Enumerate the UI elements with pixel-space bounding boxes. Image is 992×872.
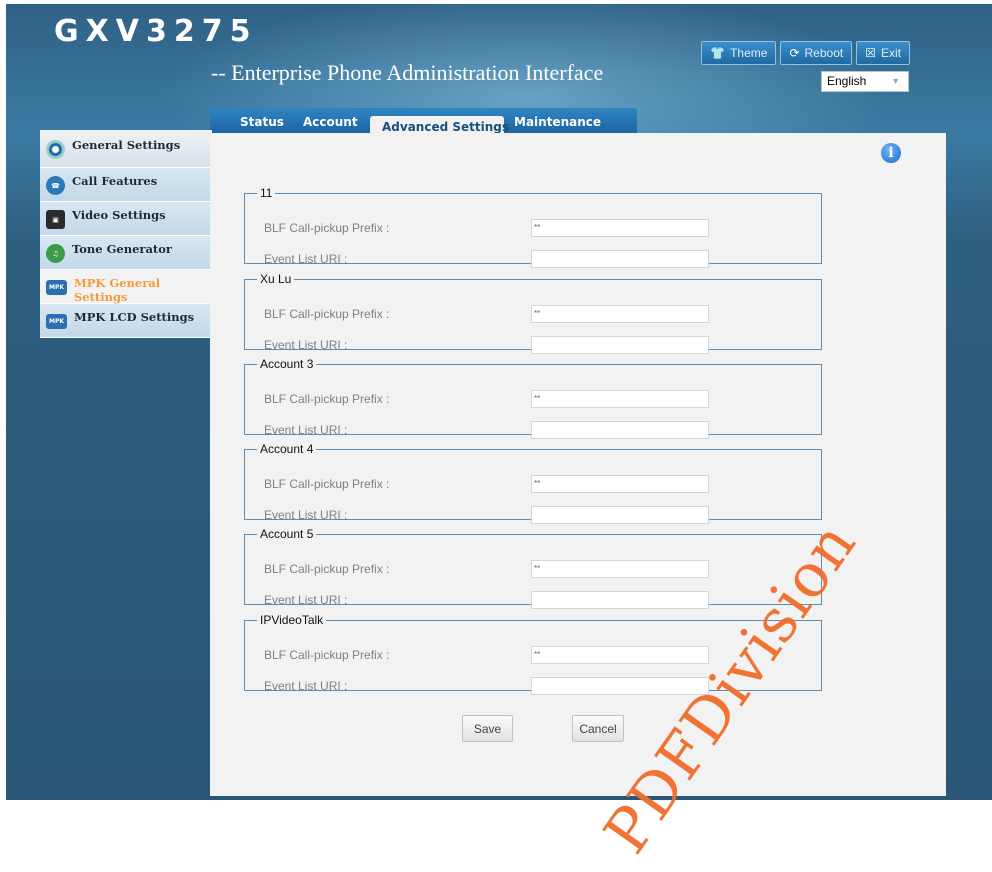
save-button[interactable]: Save: [462, 715, 513, 742]
field-label: Event List URI :: [264, 252, 348, 266]
sidebar-item-general-settings[interactable]: General Settings: [40, 130, 212, 168]
sidebar-item-label: Call Features: [72, 174, 158, 188]
tab-account[interactable]: Account: [278, 107, 370, 133]
group-title: Account 5: [260, 527, 314, 541]
app-window: GXV3275 -- Enterprise Phone Administrati…: [6, 4, 992, 800]
exit-label: Exit: [880, 46, 901, 60]
field-label: Event List URI :: [264, 338, 348, 352]
page-subtitle: -- Enterprise Phone Administration Inter…: [211, 60, 604, 85]
event-list-uri-input[interactable]: [531, 421, 709, 439]
exit-icon: ☒: [865, 46, 876, 60]
sidebar-item-label: General Settings: [72, 138, 181, 152]
reboot-label: Reboot: [804, 46, 844, 60]
reboot-icon: ⟳: [789, 46, 800, 60]
tab-maintenance[interactable]: Maintenance: [504, 107, 601, 133]
group-title: Account 4: [260, 442, 314, 456]
group-title: Account 3: [260, 357, 314, 371]
header-toolbar: 👕 Theme ⟳ Reboot ☒ Exit: [701, 41, 910, 65]
sidebar-item-label: Tone Generator: [72, 242, 172, 256]
phone-icon: ☎: [46, 176, 65, 195]
group-title: IPVideoTalk: [260, 613, 324, 627]
sidebar: General Settings ☎ Call Features ▣ Video…: [40, 130, 212, 338]
reboot-button[interactable]: ⟳ Reboot: [780, 41, 853, 65]
event-list-uri-input[interactable]: [531, 506, 709, 524]
language-value: English: [827, 74, 867, 88]
sidebar-item-mpk-lcd-settings[interactable]: MPK MPK LCD Settings: [40, 304, 212, 338]
field-label: Event List URI :: [264, 508, 348, 522]
sidebar-item-video-settings[interactable]: ▣ Video Settings: [40, 202, 212, 236]
event-list-uri-input[interactable]: [531, 250, 709, 268]
blf-prefix-input[interactable]: **: [531, 305, 709, 323]
music-note-icon: ♫: [46, 244, 65, 263]
chevron-down-icon: ▼: [891, 76, 900, 86]
account-group-xu-lu: Xu Lu BLF Call-pickup Prefix : ** Event …: [244, 272, 822, 354]
account-group-ipvideotalk: IPVideoTalk BLF Call-pickup Prefix : ** …: [244, 613, 822, 695]
field-label: Event List URI :: [264, 423, 348, 437]
field-label: BLF Call-pickup Prefix :: [264, 221, 390, 235]
mpk-icon: MPK: [46, 280, 67, 295]
theme-button[interactable]: 👕 Theme: [701, 41, 777, 65]
blf-prefix-input[interactable]: **: [531, 560, 709, 578]
tshirt-icon: 👕: [710, 46, 726, 60]
tab-status[interactable]: Status: [210, 107, 284, 133]
group-title: Xu Lu: [260, 272, 292, 286]
settings-panel: i 11 BLF Call-pickup Prefix : ** Event L…: [210, 133, 946, 796]
mpk-icon: MPK: [46, 314, 67, 329]
sidebar-item-tone-generator[interactable]: ♫ Tone Generator: [40, 236, 212, 270]
account-group-5: Account 5 BLF Call-pickup Prefix : ** Ev…: [244, 527, 822, 609]
field-label: Event List URI :: [264, 593, 348, 607]
theme-label: Theme: [730, 46, 768, 60]
blf-prefix-input[interactable]: **: [531, 475, 709, 493]
cancel-button[interactable]: Cancel: [572, 715, 624, 742]
sidebar-item-label: MPK LCD Settings: [74, 310, 195, 324]
blf-prefix-input[interactable]: **: [531, 390, 709, 408]
event-list-uri-input[interactable]: [531, 591, 709, 609]
field-label: BLF Call-pickup Prefix :: [264, 648, 390, 662]
event-list-uri-input[interactable]: [531, 336, 709, 354]
group-title: 11: [260, 186, 273, 200]
exit-button[interactable]: ☒ Exit: [856, 41, 910, 65]
blf-prefix-input[interactable]: **: [531, 219, 709, 237]
account-group-4: Account 4 BLF Call-pickup Prefix : ** Ev…: [244, 442, 822, 524]
language-select[interactable]: English ▼: [821, 71, 909, 92]
info-icon[interactable]: i: [881, 143, 901, 163]
account-group-3: Account 3 BLF Call-pickup Prefix : ** Ev…: [244, 357, 822, 439]
account-group-11: 11 BLF Call-pickup Prefix : ** Event Lis…: [244, 186, 822, 268]
field-label: BLF Call-pickup Prefix :: [264, 477, 390, 491]
gear-icon: [46, 140, 65, 159]
field-label: BLF Call-pickup Prefix :: [264, 562, 390, 576]
video-icon: ▣: [46, 210, 65, 229]
field-label: BLF Call-pickup Prefix :: [264, 307, 390, 321]
field-label: BLF Call-pickup Prefix :: [264, 392, 390, 406]
field-label: Event List URI :: [264, 679, 348, 693]
blf-prefix-input[interactable]: **: [531, 646, 709, 664]
event-list-uri-input[interactable]: [531, 677, 709, 695]
product-logo: GXV3275: [54, 14, 258, 49]
main-tabs: Status Account Advanced Settings Mainten…: [210, 107, 637, 137]
sidebar-item-call-features[interactable]: ☎ Call Features: [40, 168, 212, 202]
sidebar-item-label: MPK General Settings: [74, 276, 161, 304]
sidebar-item-label: Video Settings: [72, 208, 166, 222]
sidebar-item-mpk-general-settings[interactable]: MPK MPK General Settings: [40, 270, 212, 304]
